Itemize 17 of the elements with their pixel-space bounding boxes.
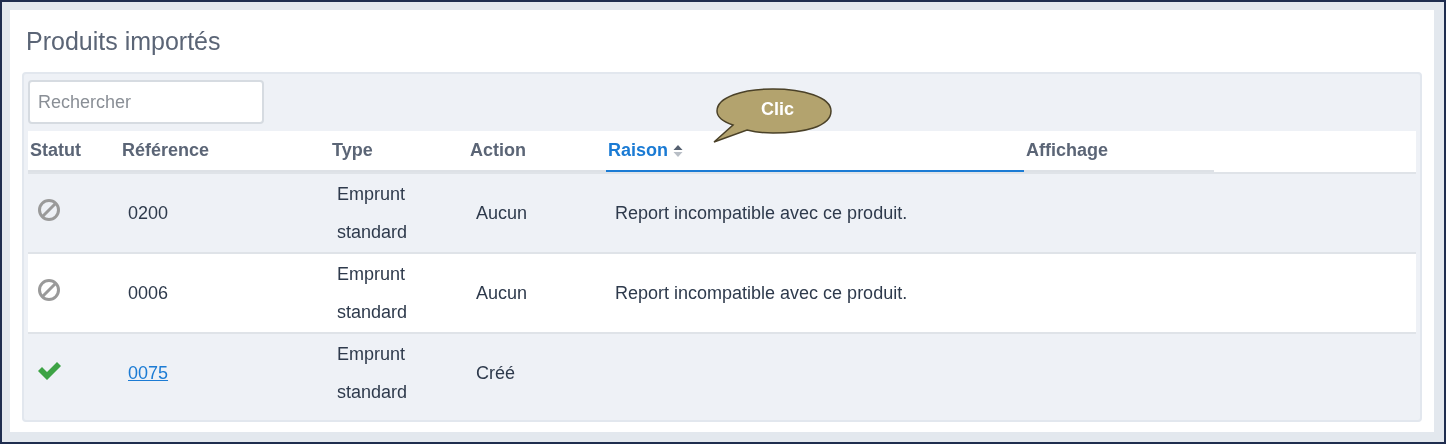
table-cell-text: Emprunt standard (337, 263, 409, 324)
table-cell: Report incompatible avec ce produit. (615, 282, 908, 304)
page-title: Produits importés (26, 26, 222, 57)
table-cell: Aucun (476, 282, 528, 304)
prohibited-icon (37, 278, 61, 302)
table-cell-text: Emprunt standard (337, 343, 409, 404)
table-cell-text: Emprunt standard (337, 183, 409, 244)
table-cell: Aucun (476, 202, 528, 224)
table-cell: 0200 (128, 202, 169, 224)
reference-link[interactable]: 0075 (128, 362, 169, 384)
search-field[interactable]: Rechercher (28, 80, 264, 124)
table-cell: Créé (476, 362, 515, 384)
sort-icon (673, 143, 683, 158)
table-cell: 0006 (128, 282, 169, 304)
prohibited-icon (37, 198, 61, 222)
table-cell: Report incompatible avec ce produit. (615, 202, 908, 224)
checkmark-icon (37, 360, 61, 380)
